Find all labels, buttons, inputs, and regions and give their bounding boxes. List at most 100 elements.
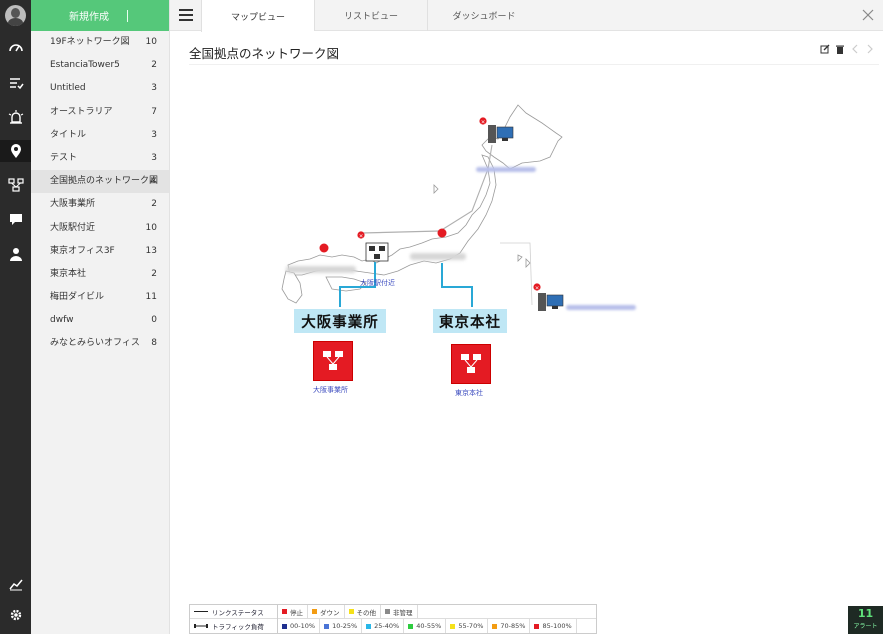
map-count: 3 bbox=[151, 152, 157, 163]
alarm-siren-icon[interactable] bbox=[0, 106, 31, 128]
map-name: オーストラリア bbox=[50, 106, 113, 117]
legend-traffic-label: 40-55% bbox=[416, 622, 442, 630]
alert-counter[interactable]: 11 アラート bbox=[848, 606, 883, 634]
legend-traffic-label: 70-85% bbox=[500, 622, 526, 630]
new-map-button[interactable]: 新規作成 bbox=[31, 0, 169, 31]
submap-label-tokyo[interactable]: 東京本社 bbox=[455, 388, 483, 398]
map-name: タイトル bbox=[50, 129, 87, 140]
tab-map-view[interactable]: マップビュー bbox=[201, 0, 314, 32]
map-pin-icon[interactable] bbox=[0, 140, 31, 162]
legend-traffic-cell: 55-70% bbox=[446, 619, 489, 633]
map-list-panel: 新規作成 19Fネットワーク図 10 EstanciaTower5 2 Untitl… bbox=[31, 0, 170, 634]
link-line[interactable] bbox=[361, 230, 441, 234]
map-list-item[interactable]: 大阪事業所 2 bbox=[31, 193, 169, 216]
map-count: 3 bbox=[151, 83, 157, 94]
map-list-item[interactable]: 19Fネットワーク図 10 bbox=[31, 31, 169, 54]
legend-status-row: リンクステータス 停止 ダウン その他 非管理 bbox=[190, 604, 596, 619]
map-list: 19Fネットワーク図 10 EstanciaTower5 2 Untitled 3 オ… bbox=[31, 31, 169, 356]
alert-badge-glyph: × bbox=[359, 233, 364, 239]
server-device-icon[interactable]: × bbox=[533, 283, 564, 311]
tab-bar: マップビュー リストビュー ダッシュボード bbox=[170, 0, 883, 32]
map-name: みなとみらいオフィス bbox=[50, 338, 140, 349]
close-icon[interactable] bbox=[861, 8, 875, 22]
map-name: 19Fネットワーク図 bbox=[50, 37, 130, 47]
settings-gear-icon[interactable] bbox=[0, 604, 31, 626]
map-count: 2 bbox=[151, 60, 157, 71]
divider bbox=[127, 9, 128, 22]
legend: リンクステータス 停止 ダウン その他 非管理 トラフィック負荷 00-10% … bbox=[189, 604, 597, 634]
legend-status-header: リンクステータス bbox=[190, 604, 278, 619]
inventory-list-icon[interactable] bbox=[0, 72, 31, 94]
map-list-item[interactable]: 大阪駅付近 10 bbox=[31, 217, 169, 240]
japan-map: × × × bbox=[281, 104, 564, 311]
map-name: dwfw bbox=[50, 315, 74, 326]
redacted-label bbox=[410, 253, 466, 260]
reports-chart-icon[interactable] bbox=[0, 573, 31, 595]
region-frame-line bbox=[500, 242, 533, 306]
tab-list-view[interactable]: リストビュー bbox=[314, 0, 427, 31]
status-node-down[interactable] bbox=[319, 243, 329, 253]
site-label-osaka[interactable]: 大阪事業所 bbox=[294, 309, 386, 333]
map-list-item[interactable]: テスト 3 bbox=[31, 147, 169, 170]
chevron-left-icon[interactable] bbox=[850, 44, 860, 54]
chat-bubble-icon[interactable] bbox=[0, 208, 31, 230]
legend-traffic-cell: 00-10% bbox=[278, 619, 321, 633]
map-name: EstanciaTower5 bbox=[50, 60, 120, 71]
legend-traffic-label: 25-40% bbox=[374, 622, 400, 630]
site-label-tokyo[interactable]: 東京本社 bbox=[433, 309, 507, 333]
map-count: 10 bbox=[145, 222, 157, 233]
map-toolbar bbox=[820, 44, 875, 54]
legend-traffic-cell: 10-25% bbox=[320, 619, 363, 633]
legend-traffic-cell: 40-55% bbox=[404, 619, 447, 633]
map-list-item-selected[interactable]: 全国拠点のネットワーク図 4 bbox=[31, 170, 169, 194]
japan-outline bbox=[281, 104, 563, 304]
legend-traffic-cell: 85-100% bbox=[530, 619, 577, 633]
map-name: 東京本社 bbox=[50, 268, 87, 279]
main-panel: マップビュー リストビュー ダッシュボード 全国拠点のネットワーク図 × × ×… bbox=[170, 0, 883, 634]
alert-badge-glyph: × bbox=[535, 285, 540, 291]
new-map-label: 新規作成 bbox=[69, 12, 109, 23]
map-list-item[interactable]: EstanciaTower5 2 bbox=[31, 54, 169, 77]
map-count: 13 bbox=[145, 245, 157, 256]
avatar[interactable] bbox=[5, 5, 26, 26]
user-icon[interactable] bbox=[0, 243, 31, 265]
map-count: 7 bbox=[151, 106, 157, 117]
device-label-osaka-station[interactable]: 大阪駅付近 bbox=[360, 278, 395, 288]
tab-dashboard[interactable]: ダッシュボード bbox=[427, 0, 540, 31]
submap-osaka-icon[interactable] bbox=[313, 341, 353, 381]
network-topology-icon[interactable] bbox=[0, 174, 31, 196]
legend-traffic-row: トラフィック負荷 00-10% 10-25% 25-40% 40-55% 55-… bbox=[190, 619, 596, 633]
edit-icon[interactable] bbox=[820, 44, 830, 54]
map-list-item[interactable]: dwfw 0 bbox=[31, 309, 169, 332]
chevron-right-icon[interactable] bbox=[865, 44, 875, 54]
legend-status-cell: ダウン bbox=[308, 604, 345, 619]
map-list-item[interactable]: 東京本社 2 bbox=[31, 263, 169, 286]
trash-icon[interactable] bbox=[835, 44, 845, 54]
page-title: 全国拠点のネットワーク図 bbox=[189, 46, 340, 61]
map-list-item[interactable]: Untitled 3 bbox=[31, 77, 169, 100]
legend-traffic-label: 85-100% bbox=[542, 622, 572, 630]
map-name: 全国拠点のネットワーク図 bbox=[50, 176, 159, 187]
map-count: 3 bbox=[151, 129, 157, 140]
map-list-item[interactable]: みなとみらいオフィス 8 bbox=[31, 332, 169, 355]
map-list-item[interactable]: オーストラリア 7 bbox=[31, 101, 169, 124]
submap-tokyo-icon[interactable] bbox=[451, 344, 491, 384]
legend-status-title: リンクステータス bbox=[212, 608, 264, 617]
legend-traffic-header: トラフィック負荷 bbox=[190, 619, 278, 633]
submap-label-osaka[interactable]: 大阪事業所 bbox=[313, 385, 348, 395]
map-name: Untitled bbox=[50, 83, 86, 94]
dashboard-gauge-icon[interactable] bbox=[0, 37, 31, 59]
status-node-down[interactable] bbox=[437, 228, 447, 238]
redacted-label bbox=[286, 266, 356, 273]
map-list-item[interactable]: 梅田ダイビル 11 bbox=[31, 286, 169, 309]
network-switch-icon[interactable]: × bbox=[357, 231, 389, 262]
alert-badge-glyph: × bbox=[481, 119, 486, 125]
map-list-item[interactable]: タイトル 3 bbox=[31, 124, 169, 147]
legend-status-cell: 非管理 bbox=[381, 604, 418, 619]
legend-status-label: 非管理 bbox=[393, 608, 413, 617]
map-count: 10 bbox=[145, 37, 157, 47]
legend-traffic-cell: 25-40% bbox=[362, 619, 405, 633]
map-list-item[interactable]: 東京オフィス3F 13 bbox=[31, 240, 169, 263]
hamburger-menu-icon[interactable] bbox=[179, 9, 193, 21]
map-name: 東京オフィス3F bbox=[50, 245, 115, 256]
